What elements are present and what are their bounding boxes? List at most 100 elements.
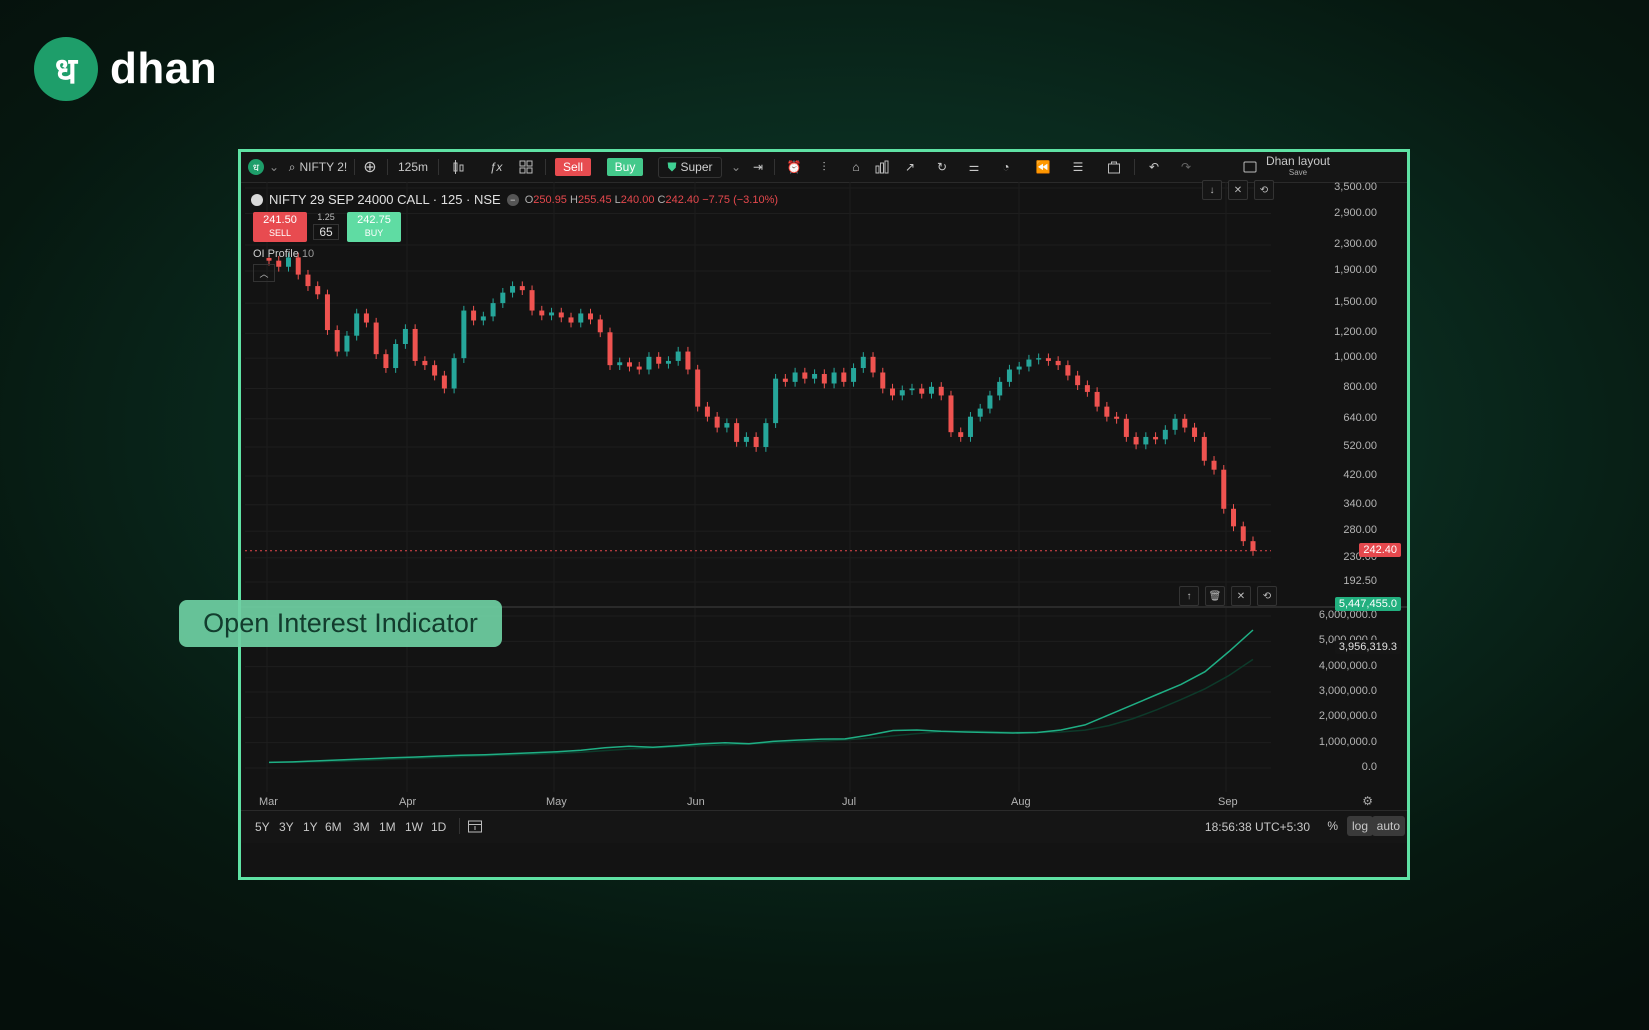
replay-icon[interactable]: ⏪	[1031, 152, 1055, 182]
layout-menu[interactable]: Dhan layout Save	[1263, 152, 1333, 182]
oi-axis-tick: 1,000,000.0	[1318, 735, 1377, 748]
time-axis-tick: May	[546, 796, 567, 808]
app-menu-icon[interactable]: ध	[245, 152, 267, 182]
o-value: 250.95	[533, 193, 567, 206]
range-1y[interactable]: 1Y	[303, 820, 318, 834]
candle-body	[490, 303, 496, 317]
undo-icon[interactable]: ↶	[1145, 152, 1163, 182]
range-1w[interactable]: 1W	[405, 820, 423, 834]
candle-body	[636, 366, 642, 370]
basket-icon[interactable]: ⌂	[847, 152, 865, 182]
brand-name: dhan	[110, 44, 218, 93]
quick-sell-chip[interactable]: 241.50 SELL	[253, 212, 307, 242]
range-5y[interactable]: 5Y	[255, 820, 270, 834]
lot-size: 1.25	[317, 212, 335, 222]
range-1d[interactable]: 1D	[431, 820, 446, 834]
depth-icon[interactable]: ⫶	[815, 152, 833, 182]
templates-icon[interactable]	[517, 152, 535, 182]
price-axis-tick: 2,300.00	[1334, 238, 1377, 251]
oi-axis-tick: 0.0	[1361, 761, 1377, 773]
price-axis-tick: 640.00	[1343, 411, 1377, 424]
candle-body	[1094, 391, 1100, 407]
candle-body	[402, 328, 408, 345]
interval-selector[interactable]: 125m	[393, 152, 433, 182]
price-axis-tick: 1,200.00	[1334, 326, 1377, 339]
h-value: 255.45	[577, 193, 612, 206]
layout-checkbox[interactable]	[1241, 152, 1259, 182]
signal-icon[interactable]: ◔	[997, 152, 1015, 182]
bag-icon[interactable]	[1105, 152, 1123, 182]
compare-add-icon[interactable]: ⊕	[359, 152, 381, 182]
axis-settings-icon[interactable]: ⚙	[1362, 794, 1373, 808]
candle-body	[997, 381, 1003, 396]
exit-icon[interactable]: ⇥	[749, 152, 767, 182]
candle-body	[909, 388, 915, 391]
candle-body	[919, 388, 925, 394]
time-axis-tick: Mar	[259, 796, 278, 808]
move-down-icon[interactable]: ↓	[1202, 180, 1222, 200]
range-6m[interactable]: 6M	[325, 820, 342, 834]
o-label: O	[524, 193, 534, 206]
candle-body	[958, 432, 964, 437]
indicators-icon[interactable]: ƒx	[487, 152, 505, 182]
search-icon: ⌕	[288, 159, 296, 174]
quick-buy-chip[interactable]: 242.75 BUY	[347, 212, 401, 242]
candle-body	[714, 416, 720, 428]
range-1m[interactable]: 1M	[379, 820, 396, 834]
candle-body	[461, 310, 467, 359]
candle-body	[500, 292, 506, 304]
h-label: H	[570, 193, 578, 206]
candle-body	[763, 423, 769, 448]
candle-body	[1055, 360, 1061, 366]
popout-icon[interactable]: ↗	[901, 152, 919, 182]
log-toggle[interactable]: log	[1346, 816, 1373, 836]
sell-button[interactable]: Sell	[553, 152, 593, 182]
candle-body	[568, 317, 574, 323]
maximize-oi-pane-icon[interactable]: ✕	[1231, 586, 1251, 606]
super-chevron-icon[interactable]: ⌄	[729, 152, 743, 182]
oi-axis-tick: 3,000,000.0	[1318, 685, 1377, 697]
chart-window: ध ⌄ ⌕ NIFTY 2! ⊕ 125m ƒx Sell Buy ⛊ Super…	[238, 149, 1410, 880]
alarm-icon[interactable]: ⏰	[785, 152, 803, 182]
buy-button[interactable]: Buy	[605, 152, 645, 182]
chevron-down-icon[interactable]: ⌄	[267, 152, 281, 182]
chart-area[interactable]	[241, 182, 1407, 810]
candle-body	[841, 372, 847, 382]
candle-body	[704, 406, 710, 417]
auto-toggle[interactable]: auto	[1371, 816, 1405, 836]
hide-legend-icon[interactable]: −	[506, 193, 519, 206]
symbol-search[interactable]: ⌕ NIFTY 2!	[285, 152, 351, 182]
list-icon[interactable]: ☰	[1069, 152, 1087, 182]
candle-body	[1114, 416, 1120, 419]
quantity-stepper[interactable]: 1.25 65	[313, 212, 339, 242]
bottom-bar: 5Y 3Y 1Y 6M 3M 1M 1W 1D 18:56:38 UTC+5:30 % log…	[241, 810, 1407, 843]
candle-body	[792, 372, 798, 382]
go-to-date-icon[interactable]	[467, 818, 483, 837]
candle-body	[334, 330, 340, 352]
settings-sliders-icon[interactable]: ⚌	[965, 152, 983, 182]
candle-body	[471, 310, 477, 321]
super-order-button[interactable]: ⛊ Super	[658, 152, 722, 182]
indicator-label[interactable]: OI Profile 10	[253, 248, 314, 260]
layout-name: Dhan layout	[1265, 154, 1331, 168]
refresh-icon[interactable]: ↻	[933, 152, 951, 182]
move-up-icon[interactable]: ↑	[1179, 586, 1199, 606]
delete-pane-icon[interactable]: 🗑	[1205, 586, 1225, 606]
maximize-pane-icon[interactable]: ✕	[1228, 180, 1248, 200]
candle-body	[1162, 429, 1168, 440]
pane-settings-icon[interactable]: ⟲	[1254, 180, 1274, 200]
candle-body	[1036, 358, 1042, 360]
candle-body	[675, 351, 681, 361]
redo-icon[interactable]: ↷	[1177, 152, 1195, 182]
range-3m[interactable]: 3M	[353, 820, 370, 834]
oi-pane-settings-icon[interactable]: ⟲	[1257, 586, 1277, 606]
percent-toggle[interactable]: %	[1322, 816, 1343, 836]
clock[interactable]: 18:56:38 UTC+5:30	[1205, 820, 1310, 834]
bar-chart-icon[interactable]	[873, 152, 891, 182]
collapse-legend-icon[interactable]: ︿	[253, 264, 275, 282]
candle-body	[1065, 365, 1071, 376]
range-3y[interactable]: 3Y	[279, 820, 294, 834]
candle-style-icon[interactable]	[449, 152, 467, 182]
price-axis-tick: 1,900.00	[1334, 263, 1377, 276]
price-axis-tick: 1,000.00	[1334, 351, 1377, 364]
